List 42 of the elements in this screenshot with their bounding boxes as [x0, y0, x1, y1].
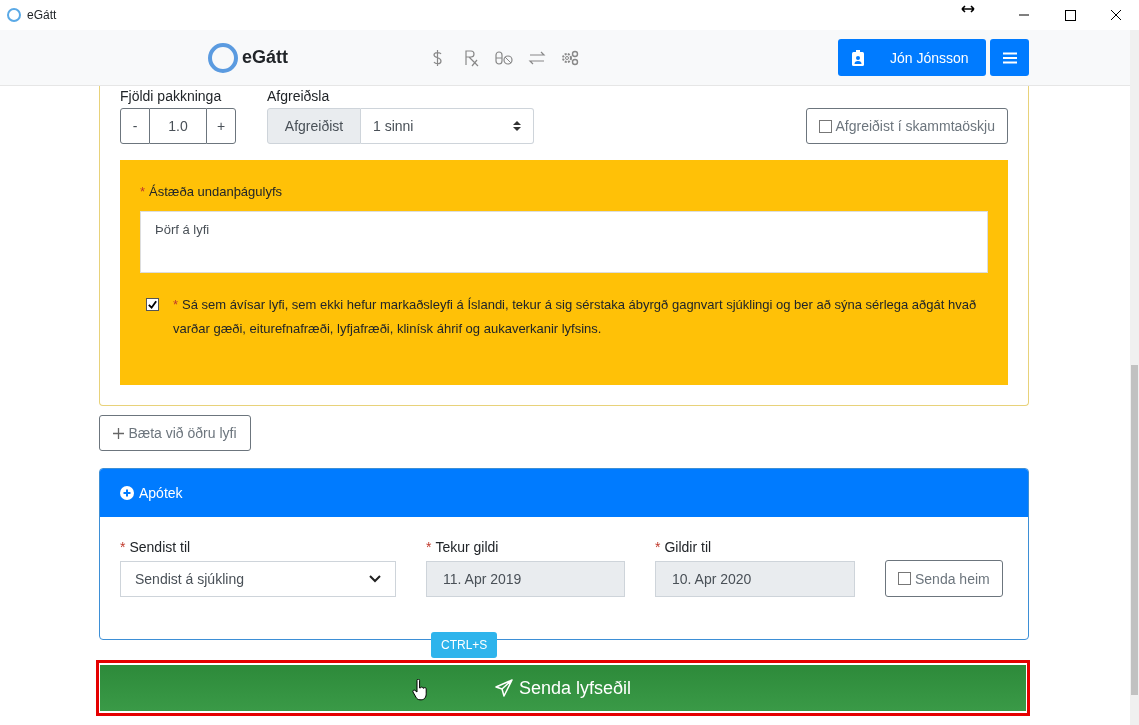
checkbox[interactable]: [818, 119, 832, 133]
send-prescription-button[interactable]: Senda lyfseðil: [100, 665, 1026, 711]
card-title: Apótek: [139, 485, 183, 501]
plus-icon: [113, 427, 125, 439]
input-addon: Afgreiðist: [267, 108, 361, 144]
shortcut-tooltip: CTRL+S: [431, 632, 498, 658]
field-label: * Sendist til: [120, 539, 192, 555]
consent-text: * Sá sem ávísar lyfi, sem ekki hefur markaðsleyfi á Íslandi, tekur á sig sérstaka ábyrgð gagnvart sjúklingi og ber að sýna sérlega aðgát hvað varðar gæði, eiturefnafræði, lyfjafræði, klinísk áhrif og aukaverkanir lyfsins.: [173, 296, 978, 338]
send-home-toggle[interactable]: Senda heim: [885, 560, 1003, 597]
menu-button[interactable]: [990, 39, 1029, 76]
quantity-field[interactable]: 1.0: [150, 108, 206, 144]
app-icon: [7, 8, 21, 22]
field-label: Afgreiðsla: [267, 88, 331, 104]
checkbox[interactable]: [898, 572, 911, 585]
scrollbar[interactable]: [1130, 30, 1139, 725]
date-field[interactable]: 10. Apr 2020: [655, 561, 855, 597]
chevron-down-icon: [369, 575, 381, 583]
add-medication-button[interactable]: Bæta við öðru lyfi: [99, 415, 251, 451]
user-button[interactable]: Jón Jónsson: [838, 39, 986, 76]
checkbox[interactable]: [146, 298, 159, 311]
brand-name[interactable]: eGátt: [242, 47, 288, 68]
field-label: Fjöldi pakkninga: [120, 88, 223, 104]
field-label: * Gildir til: [655, 539, 713, 555]
plus-circle-icon: [120, 486, 134, 500]
field-label: * Ástæða undanþágulyfs: [140, 184, 284, 199]
hand-cursor-icon: [412, 679, 428, 701]
id-badge-icon: [852, 49, 864, 66]
date-field[interactable]: 11. Apr 2019: [426, 561, 625, 597]
paper-plane-icon: [494, 679, 513, 697]
window-title: eGátt: [27, 8, 57, 22]
resize-cursor-icon: [961, 4, 975, 14]
sort-caret-icon: [513, 120, 521, 132]
dispense-select[interactable]: 1 sinni: [361, 108, 534, 144]
logo-icon: [208, 42, 238, 73]
dose-box-toggle[interactable]: Afgreiðist í skammtaöskju: [805, 108, 1008, 144]
field-label: * Tekur gildi: [426, 539, 500, 555]
decrement-button[interactable]: -: [120, 108, 150, 144]
recipient-select[interactable]: Sendist á sjúkling: [120, 561, 396, 597]
card-header[interactable]: Apótek: [100, 469, 1028, 517]
reason-field[interactable]: Þörf á lyfi: [140, 211, 988, 273]
increment-button[interactable]: +: [206, 108, 236, 144]
menu-icon: [1002, 51, 1017, 64]
